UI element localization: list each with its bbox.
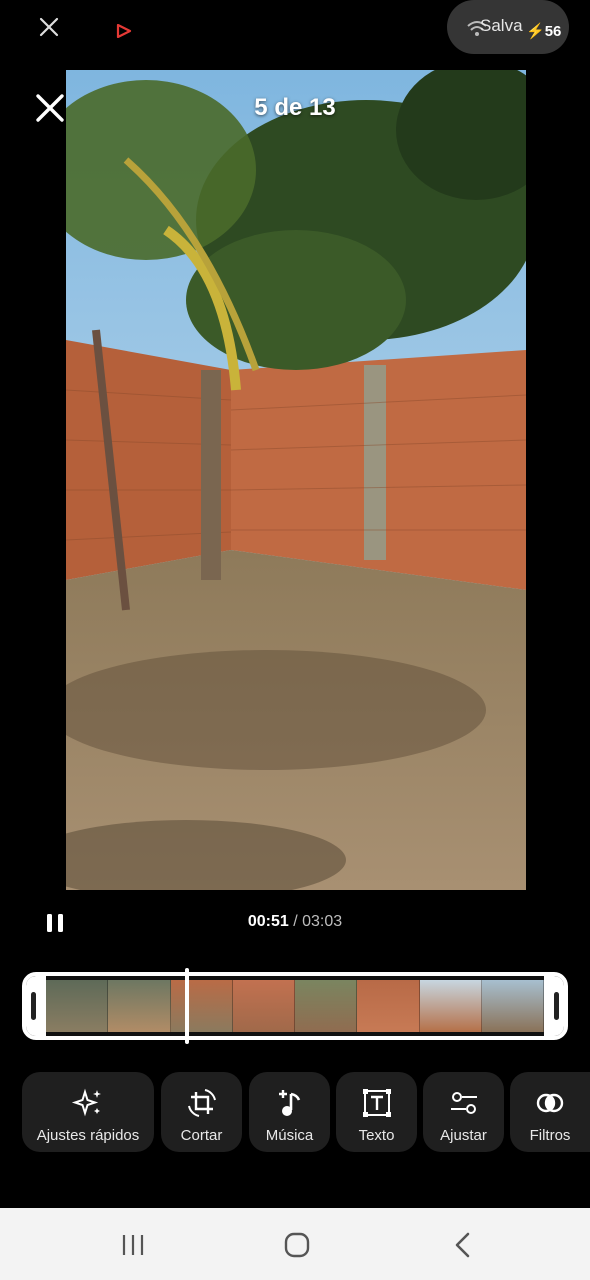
playback-time: 00:51 / 03:03 xyxy=(0,913,590,931)
tool-text[interactable]: Texto xyxy=(336,1072,417,1152)
recent-apps-icon[interactable] xyxy=(118,1230,148,1260)
tool-filters[interactable]: Filtros xyxy=(510,1072,590,1152)
tool-label: Cortar xyxy=(180,1127,223,1144)
tool-adjust[interactable]: Ajustar xyxy=(423,1072,504,1152)
tool-label: Ajustar xyxy=(440,1127,487,1144)
sliders-icon xyxy=(450,1092,477,1114)
play-notification-icon xyxy=(116,24,132,38)
crop-rotate-icon xyxy=(187,1089,216,1117)
tool-label: Texto xyxy=(358,1127,395,1144)
battery-level: ⚡56 xyxy=(526,23,562,40)
tool-label: Filtros xyxy=(529,1127,571,1144)
timeline-frames xyxy=(46,980,544,1032)
tool-quick-adjust[interactable]: Ajustes rápidos xyxy=(22,1072,154,1152)
tool-music[interactable]: Música xyxy=(249,1072,330,1152)
photo-preview[interactable] xyxy=(66,70,526,890)
text-box-icon xyxy=(362,1089,391,1117)
timeline-handle-left[interactable] xyxy=(26,976,46,1036)
music-add-icon xyxy=(278,1090,300,1116)
current-time: 00:51 xyxy=(247,913,289,930)
close-icon[interactable] xyxy=(38,16,60,38)
system-nav-bar xyxy=(0,1208,590,1280)
sparkle-icon xyxy=(71,1088,101,1117)
tool-label: Música xyxy=(265,1127,314,1144)
timeline-handle-right[interactable] xyxy=(544,976,564,1036)
edit-tools: Ajustes rápidos Cortar Música Texto Ajus… xyxy=(22,1072,590,1152)
back-icon[interactable] xyxy=(448,1230,478,1260)
home-icon[interactable] xyxy=(282,1230,312,1260)
video-timeline[interactable] xyxy=(22,972,568,1040)
tool-label: Ajustes rápidos xyxy=(36,1127,140,1144)
total-time: 03:03 xyxy=(302,913,343,930)
filters-icon xyxy=(536,1093,564,1113)
status-bar: Salva ⚡56 xyxy=(0,0,590,60)
tool-crop[interactable]: Cortar xyxy=(161,1072,242,1152)
time-separator: / xyxy=(288,913,303,930)
save-label[interactable]: Salva xyxy=(480,16,523,36)
photo-image xyxy=(66,70,526,890)
timeline-playhead[interactable] xyxy=(185,968,189,1044)
photo-counter: 5 de 13 xyxy=(254,94,336,121)
